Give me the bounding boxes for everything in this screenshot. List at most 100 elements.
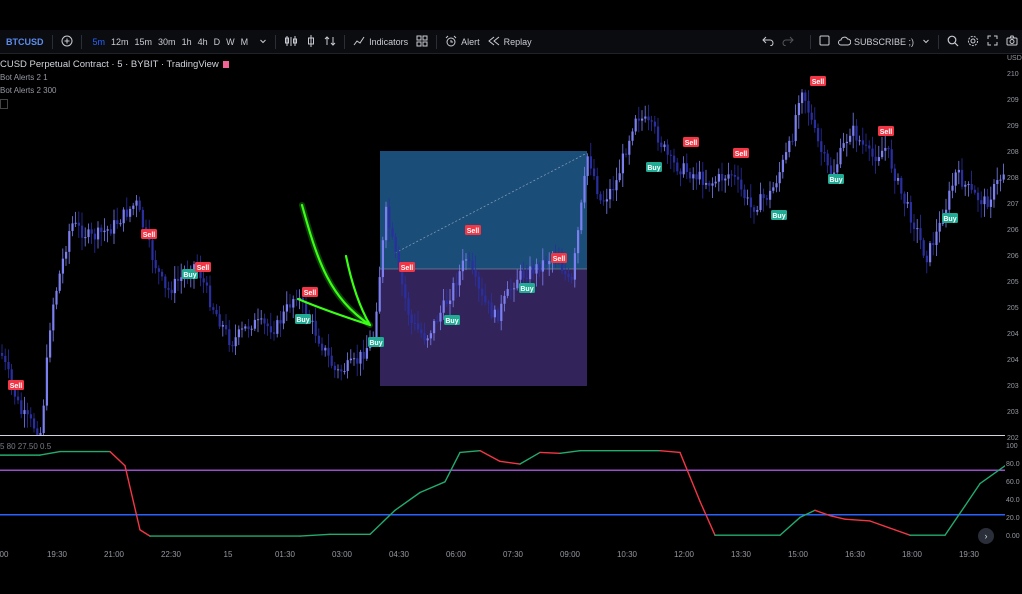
timeframe-m[interactable]: M: [238, 37, 252, 47]
symbol-search[interactable]: BTCUSD: [0, 30, 48, 53]
candle-body: [381, 240, 384, 278]
subscribe-button[interactable]: SUBSCRIBE ;): [834, 30, 918, 53]
osc-tick: 20.0: [1006, 515, 1020, 522]
candle-body: [602, 200, 605, 202]
flag-icon[interactable]: [222, 60, 229, 68]
candle-body: [823, 152, 826, 154]
sell-signal: Sell: [551, 253, 567, 263]
candle-body: [269, 326, 272, 333]
buy-signal: Buy: [942, 213, 958, 223]
candle-body: [705, 182, 708, 185]
candle-type-button[interactable]: [302, 30, 320, 53]
candle-body: [23, 410, 26, 415]
time-tick: 19:30: [958, 550, 980, 559]
candle-body: [135, 200, 138, 206]
candle-body: [941, 222, 944, 224]
snapshot-button[interactable]: [1002, 30, 1022, 53]
candle-body: [609, 188, 612, 200]
search-button[interactable]: [943, 30, 963, 53]
oscillator-segment: [139, 529, 151, 537]
oscillator-segment: [419, 481, 446, 494]
replay-button[interactable]: Replay: [484, 30, 536, 53]
candle-body: [817, 128, 820, 142]
fullscreen-layout-button[interactable]: [815, 30, 834, 53]
candle-body: [423, 333, 426, 341]
candle-body: [769, 190, 772, 200]
candle-body: [631, 131, 634, 141]
price-tick: 210: [1007, 71, 1019, 78]
settings-button[interactable]: [963, 30, 983, 53]
candle-body: [241, 328, 244, 330]
timeframe-4h[interactable]: 4h: [195, 37, 211, 47]
scroll-to-realtime-button[interactable]: ›: [978, 528, 994, 544]
alert-button[interactable]: Alert: [441, 30, 484, 53]
oscillator-segment: [659, 449, 681, 454]
toolbar-divider: [938, 34, 939, 49]
time-tick: 18:00: [901, 550, 923, 559]
timeframe-15m[interactable]: 15m: [132, 37, 156, 47]
price-tick: 208: [1007, 175, 1019, 182]
indicator-legend-1[interactable]: Bot Alerts 2 1: [0, 71, 229, 84]
signal-label: Buy: [829, 177, 842, 184]
oscillator-axis[interactable]: 100 80.0 60.0 40.0 20.0 0.00: [1005, 436, 1022, 546]
candle-body: [26, 410, 29, 415]
indicators-button[interactable]: Indicators: [349, 30, 412, 53]
candle-body: [167, 288, 170, 290]
compare-symbol-button[interactable]: [57, 30, 77, 53]
indicator-legend-2[interactable]: Bot Alerts 2 300: [0, 84, 229, 97]
oscillator-pane[interactable]: [0, 436, 1006, 546]
candle-body: [378, 277, 381, 312]
bar-style-button[interactable]: [280, 30, 302, 53]
fullscreen-button[interactable]: [983, 30, 1002, 53]
redo-button[interactable]: [778, 30, 798, 53]
candle-body: [621, 153, 624, 174]
signal-label: Sell: [735, 151, 748, 158]
candle-body: [948, 190, 951, 210]
oscillator-segment: [459, 449, 481, 454]
candle-body: [426, 338, 429, 341]
candle-body: [881, 150, 884, 158]
indicator-values: 2 300: [36, 86, 57, 95]
candle-body: [391, 228, 394, 237]
candle-body: [119, 223, 122, 225]
price-tick: 209: [1007, 123, 1019, 130]
compare-icon: [324, 35, 336, 49]
timeframe-d[interactable]: D: [211, 37, 224, 47]
candle-body: [897, 177, 900, 181]
timeframe-12m[interactable]: 12m: [108, 37, 132, 47]
timeframe-5m[interactable]: 5m: [90, 37, 109, 47]
candle-body: [689, 172, 692, 179]
candle-body: [692, 174, 695, 179]
timeframe-w[interactable]: W: [223, 37, 238, 47]
price-tick: 206: [1007, 253, 1019, 260]
subscribe-dropdown[interactable]: [918, 30, 934, 53]
fx-compare-button[interactable]: [320, 30, 340, 53]
oscillator-legend[interactable]: 5 80 27.50 0.5: [0, 442, 51, 451]
oscillator-segment: [299, 533, 331, 537]
candle-body: [257, 319, 260, 321]
candle-body: [461, 260, 464, 272]
oscillator-segment: [519, 451, 541, 465]
price-chart[interactable]: Sell Sell Buy Sell Sell Buy Buy Sell Sell Buy Buy S…: [0, 53, 1005, 441]
legend-title: CUSD Perpetual Contract · 5 · BYBIT · Tr…: [0, 59, 219, 70]
collapse-legend-button[interactable]: [0, 99, 8, 109]
time-tick: 13:30: [730, 550, 752, 559]
timeframe-30m[interactable]: 30m: [155, 37, 179, 47]
candle-body: [657, 126, 660, 143]
timeframe-1h[interactable]: 1h: [179, 37, 195, 47]
candle-body: [717, 174, 720, 182]
candle-body: [730, 174, 733, 176]
indicators-label: Indicators: [369, 36, 409, 47]
timeframe-dropdown[interactable]: [255, 30, 271, 53]
candle-body: [599, 194, 602, 201]
price-axis[interactable]: USD 210 209 209 208 208 207 206 206 205 205 204 204…: [1005, 53, 1022, 442]
candle-body: [513, 288, 516, 290]
candle-body: [980, 200, 983, 205]
undo-button[interactable]: [758, 30, 778, 53]
candle-body: [884, 147, 887, 151]
indicators-icon: [353, 35, 365, 49]
candle-body: [522, 270, 525, 278]
layouts-button[interactable]: [412, 30, 432, 53]
candle-body: [506, 289, 509, 296]
time-axis[interactable]: 00 19:30 21:00 22:30 15 01:30 03:00 04:30 06:00 0…: [0, 546, 1005, 566]
